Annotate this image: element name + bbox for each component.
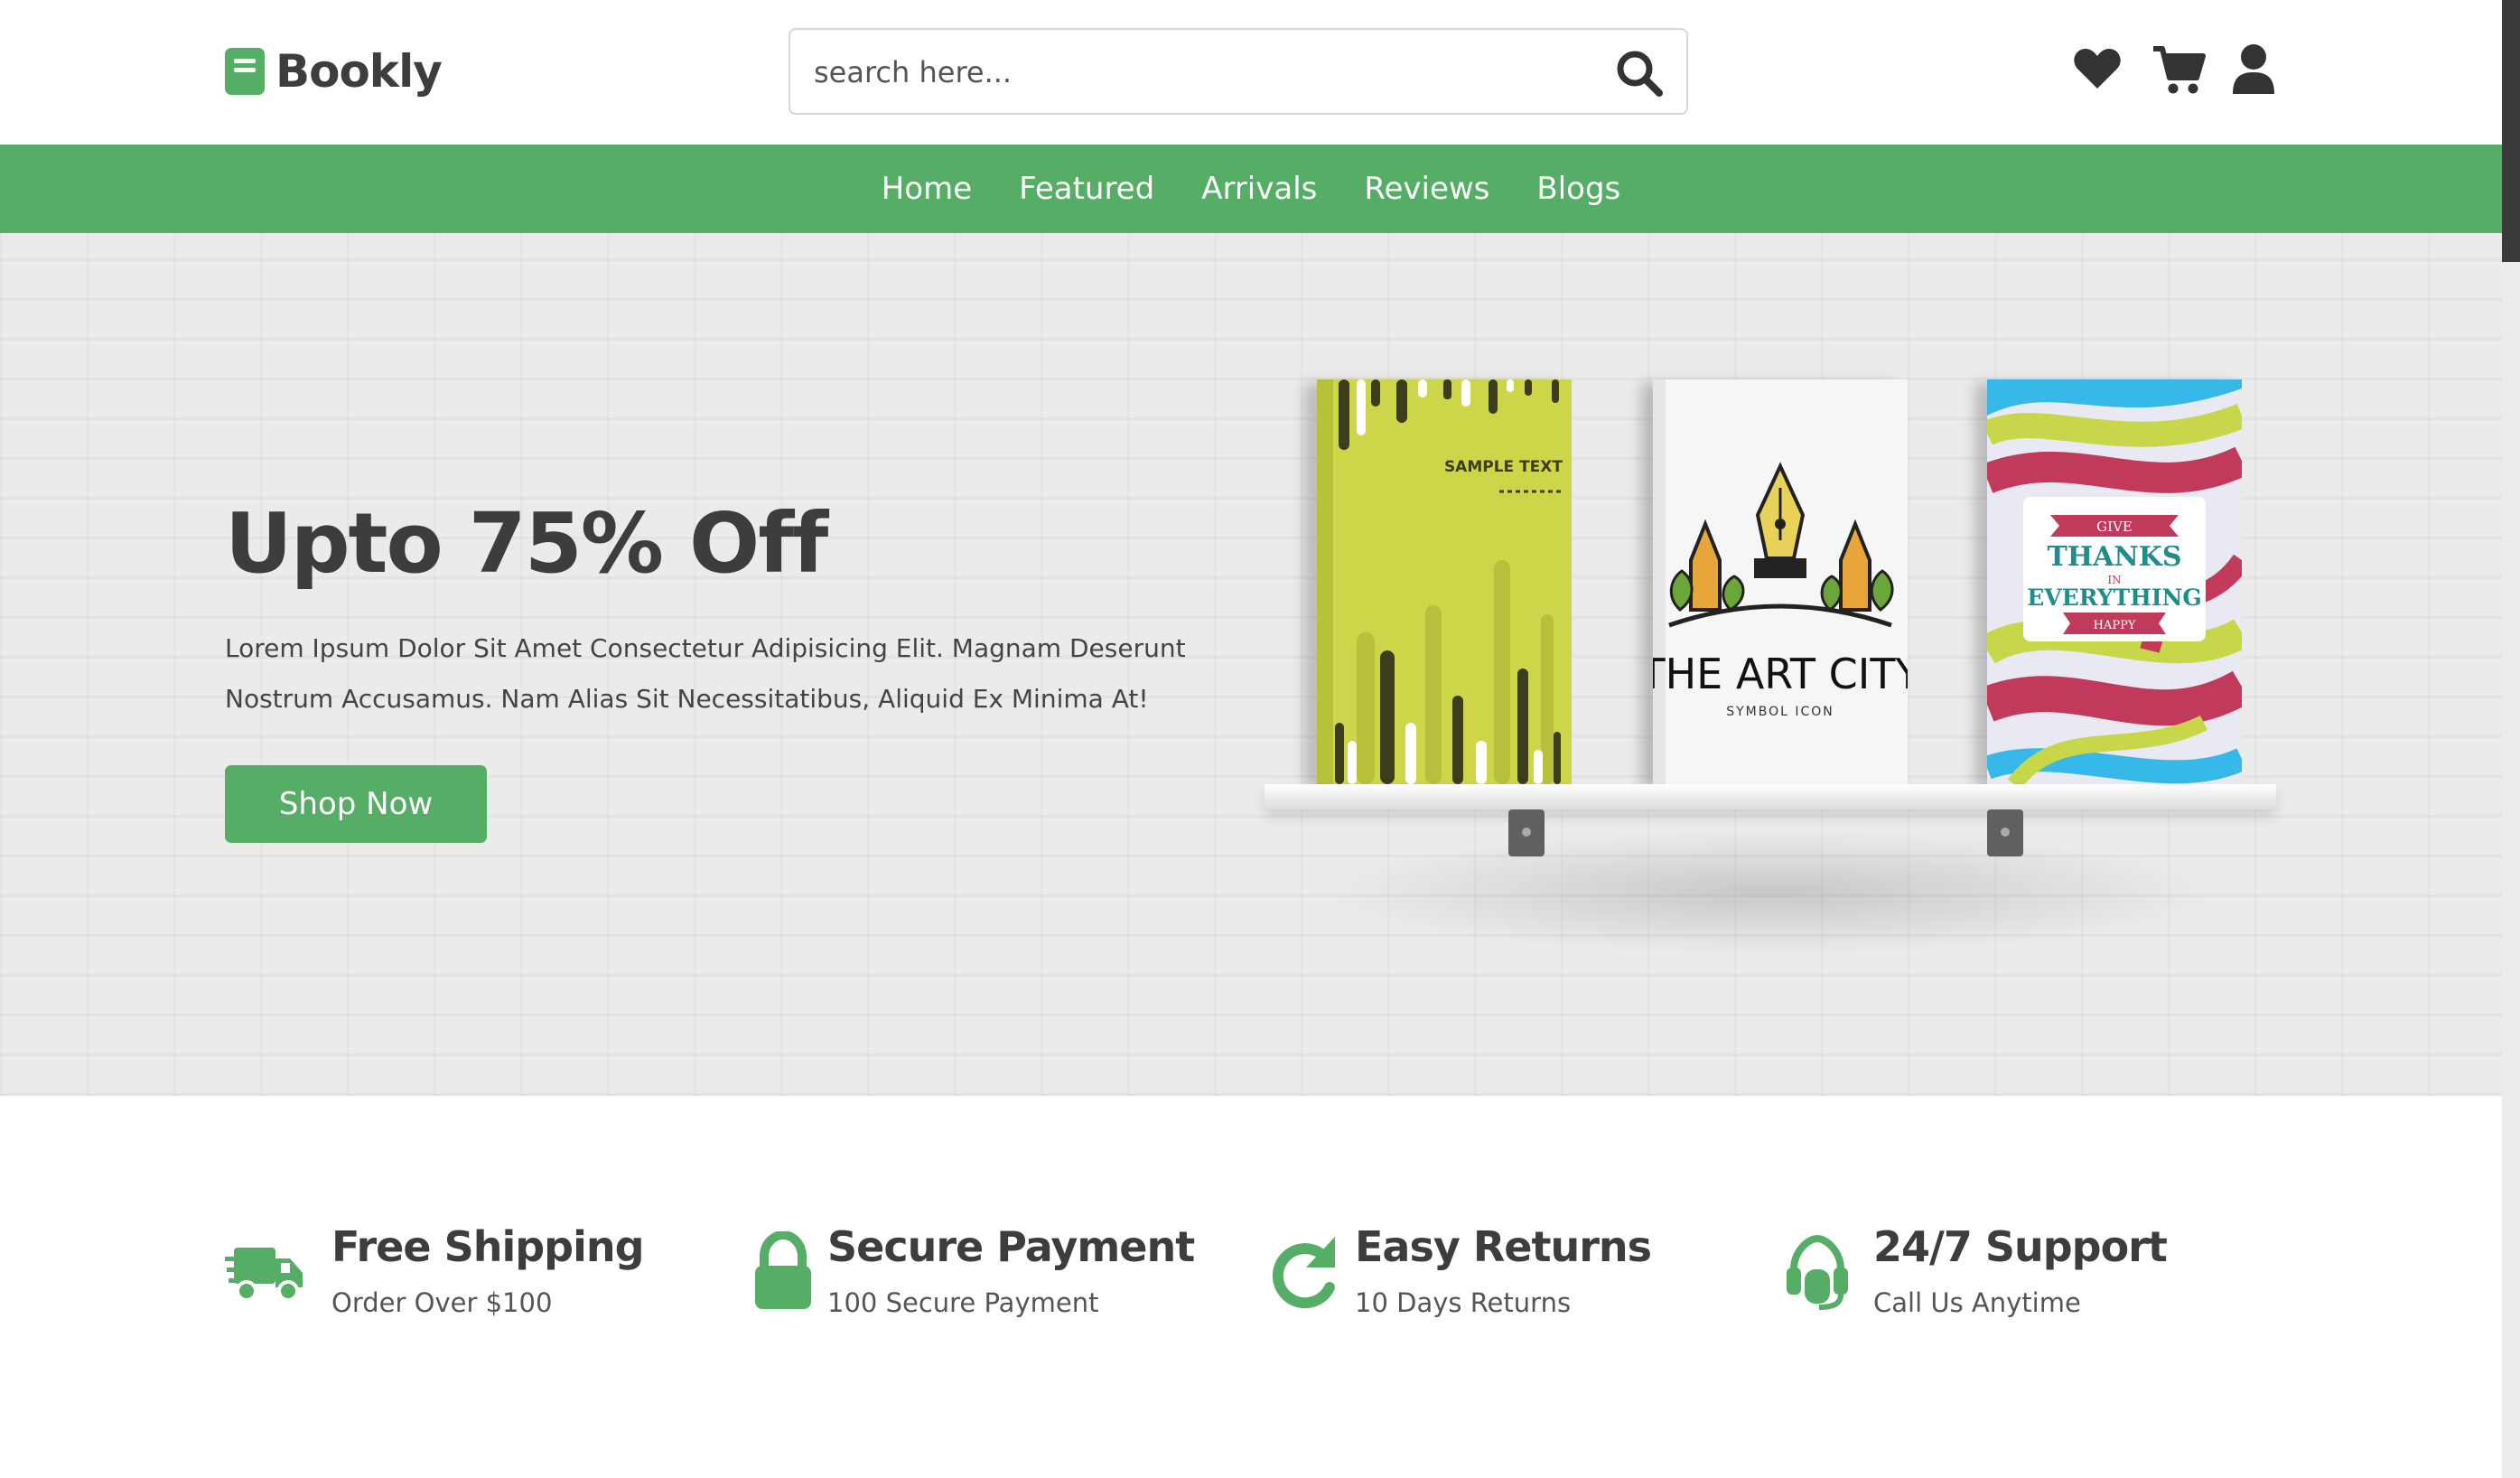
feature-free-shipping: Free Shipping Order Over $100: [225, 1222, 695, 1358]
search-icon[interactable]: [1614, 48, 1665, 98]
feature-title: 24/7 Support: [1873, 1222, 2168, 1271]
book-line-thanks: THANKS: [2047, 541, 2181, 573]
book-icon: [225, 48, 265, 95]
feature-subtitle: Order Over $100: [331, 1287, 553, 1318]
lock-icon: [742, 1230, 824, 1313]
feature-subtitle: Call Us Anytime: [1873, 1287, 2081, 1318]
book-line-happy: HAPPY: [2094, 619, 2136, 632]
truck-icon: [225, 1231, 306, 1313]
nav-home[interactable]: Home: [882, 171, 972, 207]
heart-icon[interactable]: [2072, 42, 2123, 98]
hero-title: Upto 75% Off: [225, 495, 828, 592]
page-scrollbar[interactable]: [2502, 0, 2520, 1478]
logo[interactable]: Bookly: [225, 43, 443, 99]
hero-section: Upto 75% Off Lorem Ipsum Dolor Sit Amet …: [0, 233, 2502, 1096]
header: Bookly: [0, 0, 2502, 145]
shop-now-button[interactable]: Shop Now: [225, 765, 487, 843]
user-icon[interactable]: [2231, 42, 2282, 98]
feature-title: Free Shipping: [331, 1222, 645, 1271]
book-line-give: GIVE: [2096, 519, 2133, 535]
nav-reviews[interactable]: Reviews: [1364, 171, 1489, 207]
scrollbar-thumb[interactable]: [2502, 0, 2520, 262]
feature-easy-returns: Easy Returns 10 Days Returns: [1265, 1222, 1734, 1358]
feature-subtitle: 10 Days Returns: [1355, 1287, 1572, 1318]
search-bar: [789, 28, 1688, 115]
book-cover-art-city[interactable]: THE ART CITY SYMBOL ICON: [1653, 379, 1908, 784]
book-cover-sample[interactable]: SAMPLE TEXT: [1317, 379, 1572, 784]
hero-description: Lorem Ipsum Dolor Sit Amet Consectetur A…: [225, 633, 1186, 714]
book-line-everything: EVERYTHING: [2027, 585, 2201, 611]
book-cover-give-thanks[interactable]: GIVE THANKS IN EVERYTHING HAPPY: [1987, 379, 2242, 784]
logo-text: Bookly: [275, 45, 443, 98]
header-icons: [2072, 42, 2282, 98]
feature-subtitle: 100 Secure Payment: [827, 1287, 1099, 1318]
search-input[interactable]: [812, 46, 1583, 98]
feature-title: Secure Payment: [827, 1222, 1195, 1271]
headset-icon: [1783, 1231, 1864, 1313]
cart-icon[interactable]: [2151, 42, 2206, 98]
redo-icon: [1265, 1231, 1346, 1313]
book-shelf: [1265, 784, 2276, 809]
feature-support: 24/7 Support Call Us Anytime: [1783, 1222, 2253, 1358]
shelf-bracket-left: [1508, 809, 1545, 856]
nav-arrivals[interactable]: Arrivals: [1201, 171, 1317, 207]
book-cover-text: SAMPLE TEXT: [1444, 458, 1563, 476]
nav-blogs[interactable]: Blogs: [1536, 171, 1620, 207]
shelf-shadow: [1319, 829, 2222, 956]
feature-secure-payment: Secure Payment 100 Secure Payment: [742, 1222, 1212, 1358]
features-section: Free Shipping Order Over $100 Secure Pay…: [0, 1096, 2502, 1478]
nav-featured[interactable]: Featured: [1019, 171, 1154, 207]
book-title-text: THE ART CITY: [1653, 650, 1908, 698]
book-subtitle-text: SYMBOL ICON: [1726, 705, 1834, 719]
main-nav: Home Featured Arrivals Reviews Blogs: [0, 145, 2502, 233]
shelf-bracket-right: [1987, 809, 2023, 856]
feature-title: Easy Returns: [1355, 1222, 1652, 1271]
